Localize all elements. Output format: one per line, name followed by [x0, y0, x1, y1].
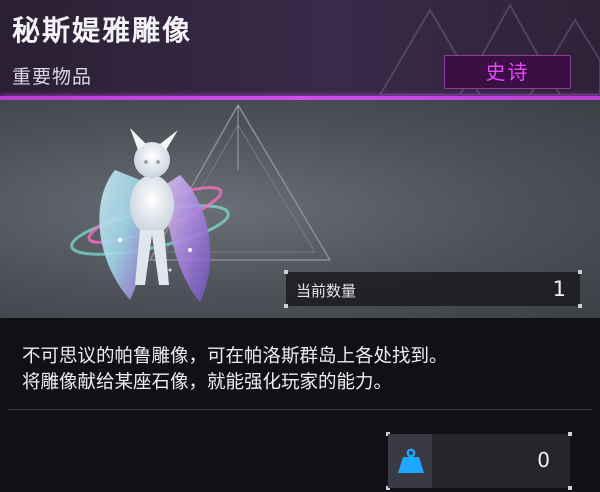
corner-marker: [284, 270, 288, 274]
item-title: 秘斯媞雅雕像: [12, 14, 193, 47]
item-description: 不可思议的帕鲁雕像，可在帕洛斯群岛上各处找到。 将雕像献给某座石像，就能强化玩家…: [22, 346, 448, 393]
quantity-value: 1: [552, 277, 566, 301]
weight-box: 0: [386, 432, 572, 490]
statue-image: [70, 128, 230, 302]
quantity-box: 当前数量 1: [284, 270, 582, 308]
weight-value: 0: [537, 448, 550, 472]
weight-icon: [398, 448, 424, 473]
item-preview: 当前数量 1: [0, 100, 600, 318]
corner-marker: [568, 432, 572, 436]
weight-icon-container: [388, 434, 432, 488]
divider: [8, 409, 592, 410]
corner-marker: [568, 486, 572, 490]
item-header: 秘斯媞雅雕像 重要物品 史诗: [0, 0, 600, 100]
rarity-badge: 史诗: [444, 55, 571, 89]
corner-marker: [284, 304, 288, 308]
corner-marker: [578, 270, 582, 274]
item-category: 重要物品: [12, 66, 93, 88]
item-detail-panel: 秘斯媞雅雕像 重要物品 史诗 当前数量 1 不可思议的帕鲁雕像，可在帕洛斯群岛上…: [0, 0, 600, 492]
quantity-label: 当前数量: [296, 282, 357, 300]
corner-marker: [578, 304, 582, 308]
